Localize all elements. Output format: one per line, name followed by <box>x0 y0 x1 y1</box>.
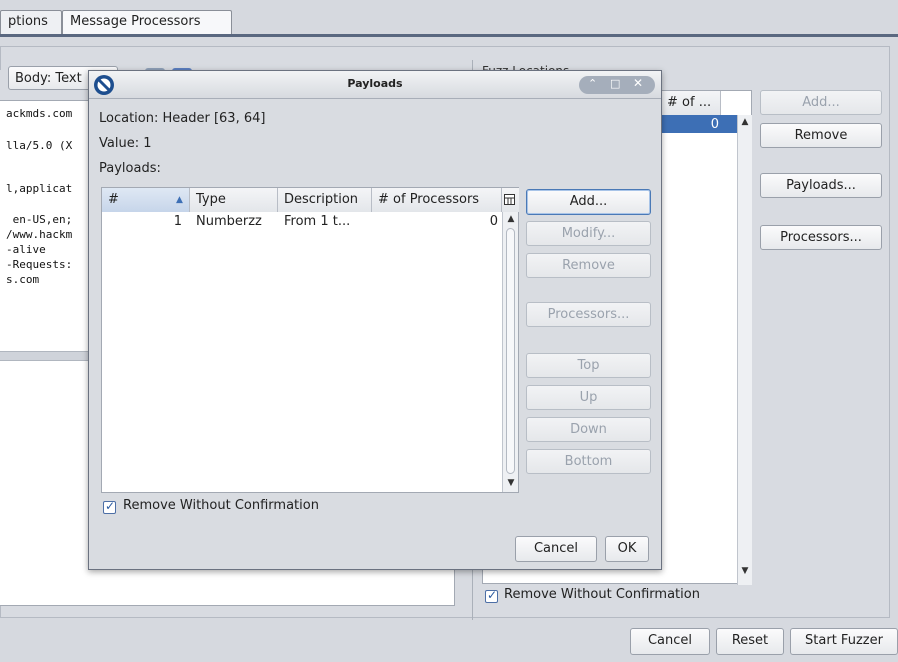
payloads-table[interactable]: # ▲ Type Description # of Processors 1 N… <box>101 187 519 493</box>
column-header-processors[interactable]: # of Processors <box>372 188 502 212</box>
locations-remove-button[interactable]: Remove <box>760 123 882 148</box>
remove-payload-button[interactable]: Remove <box>526 253 651 278</box>
request-line: ackmds.com <box>6 107 73 120</box>
close-window-icon[interactable]: ✕ <box>633 76 643 90</box>
payloads-dialog: Payloads ⌃ □ ✕ Location: Header [63, 64]… <box>88 70 662 570</box>
tab-label: ptions <box>8 14 48 29</box>
move-top-button[interactable]: Top <box>526 353 651 378</box>
window-controls: ⌃ □ ✕ <box>579 76 655 94</box>
scroll-up-arrow-icon[interactable]: ▲ <box>506 214 516 224</box>
start-fuzzer-button[interactable]: Start Fuzzer <box>790 628 898 655</box>
cancel-button[interactable]: Cancel <box>630 628 710 655</box>
locations-processors-button[interactable]: Processors... <box>760 225 882 250</box>
reset-button[interactable]: Reset <box>716 628 784 655</box>
remove-without-confirmation-checkbox[interactable] <box>485 588 498 603</box>
shade-window-icon[interactable]: ⌃ <box>588 77 597 90</box>
sort-ascending-icon: ▲ <box>176 195 183 205</box>
dialog-cancel-button[interactable]: Cancel <box>515 536 597 562</box>
tab-label: Message Processors <box>70 14 201 29</box>
payload-processors-button[interactable]: Processors... <box>526 302 651 327</box>
table-row[interactable]: 1 Numberzz From 1 t... 0 <box>102 212 502 230</box>
move-up-button[interactable]: Up <box>526 385 651 410</box>
payloads-label: Payloads: <box>99 161 161 176</box>
column-header-number[interactable]: # ▲ <box>102 188 190 212</box>
column-header-description[interactable]: Description <box>278 188 372 212</box>
move-bottom-button[interactable]: Bottom <box>526 449 651 474</box>
request-line: /www.hackm <box>6 228 73 241</box>
vertical-scrollbar[interactable]: ▲ ▼ <box>737 115 752 585</box>
locations-payloads-button[interactable]: Payloads... <box>760 173 882 198</box>
request-line: lla/5.0 (X <box>6 139 73 152</box>
tab-message-processors[interactable]: Message Processors <box>62 10 232 35</box>
tab-options[interactable]: ptions <box>0 10 62 35</box>
request-line: l,applicat <box>6 182 73 195</box>
cell-number: 1 <box>173 214 182 229</box>
modify-payload-button[interactable]: Modify... <box>526 221 651 246</box>
cell-description: From 1 t... <box>284 214 351 229</box>
request-line: s.com <box>6 273 40 286</box>
move-down-button[interactable]: Down <box>526 417 651 442</box>
locations-add-button[interactable]: Add... <box>760 90 882 115</box>
location-text: Location: Header [63, 64] <box>99 111 266 126</box>
vertical-scrollbar[interactable]: ▲ ▼ <box>502 212 518 492</box>
value-text: Value: 1 <box>99 136 152 151</box>
column-header-label: # <box>108 192 119 207</box>
request-line: -Requests: <box>6 258 73 271</box>
maximize-window-icon[interactable]: □ <box>610 77 620 90</box>
dialog-ok-button[interactable]: OK <box>605 536 649 562</box>
cell-processors: 0 <box>489 214 498 229</box>
scroll-down-arrow-icon[interactable]: ▼ <box>506 478 516 488</box>
request-line: en-US,en; <box>6 213 73 226</box>
body-view-select-label: Body: Text <box>15 71 82 86</box>
column-header-processors[interactable]: # of ... <box>661 91 721 115</box>
add-payload-button[interactable]: Add... <box>526 189 651 215</box>
scrollbar-thumb[interactable] <box>506 228 515 474</box>
cell-type: Numberzz <box>196 214 262 229</box>
dialog-title: Payloads <box>347 77 403 90</box>
dialog-titlebar[interactable]: Payloads ⌃ □ ✕ <box>89 71 661 99</box>
column-chooser-icon[interactable] <box>502 188 519 212</box>
remove-without-confirmation-checkbox[interactable] <box>103 499 116 514</box>
tab-underline <box>0 34 898 37</box>
scroll-up-arrow-icon[interactable]: ▲ <box>740 117 750 127</box>
remove-without-confirmation-label: Remove Without Confirmation <box>504 587 700 602</box>
column-header-type[interactable]: Type <box>190 188 278 212</box>
remove-without-confirmation-label: Remove Without Confirmation <box>123 498 319 513</box>
processor-count: 0 <box>710 117 719 132</box>
scroll-down-arrow-icon[interactable]: ▼ <box>740 566 750 576</box>
request-line: -alive <box>6 243 46 256</box>
